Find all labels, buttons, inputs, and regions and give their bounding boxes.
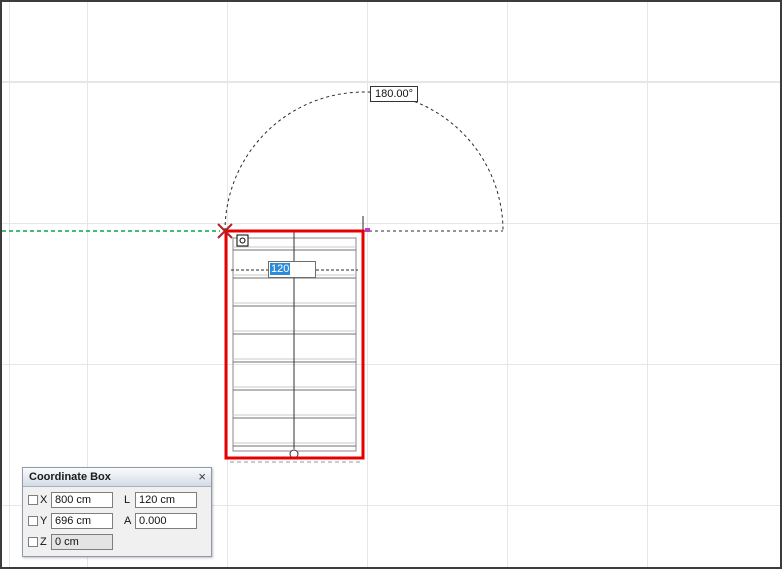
y-label: Y [40,515,51,527]
coordinate-row-z: Z [28,533,207,551]
angle-arc [225,92,503,231]
x-label: X [40,494,51,506]
x-coordinate-field[interactable] [51,492,113,508]
y-lock-checkbox[interactable] [28,516,38,526]
length-input-selected-text: 120 [270,263,290,275]
coordinate-row-y: Y A [28,512,207,530]
coordinate-row-x: X L [28,491,207,509]
cad-window: 180.00° 120 Coordinate Box × X L Y A [0,0,782,569]
coordinate-box-title: Coordinate Box [29,471,111,483]
x-lock-checkbox[interactable] [28,495,38,505]
guide-handle[interactable] [365,228,370,232]
angle-readout: 180.00° [370,86,418,102]
angle-field[interactable] [135,513,197,529]
coordinate-box-panel: Coordinate Box × X L Y A Z [22,467,212,557]
z-label: Z [40,536,51,548]
z-coordinate-field[interactable] [51,534,113,550]
z-lock-checkbox[interactable] [28,537,38,547]
length-input[interactable]: 120 [268,261,316,278]
l-label: L [124,494,135,506]
a-label: A [124,515,135,527]
coordinate-box-body: X L Y A Z [23,487,211,556]
coordinate-box-titlebar[interactable]: Coordinate Box × [23,468,211,487]
y-coordinate-field[interactable] [51,513,113,529]
length-field[interactable] [135,492,197,508]
origin-marker-icon [237,235,248,246]
close-icon[interactable]: × [198,471,206,483]
